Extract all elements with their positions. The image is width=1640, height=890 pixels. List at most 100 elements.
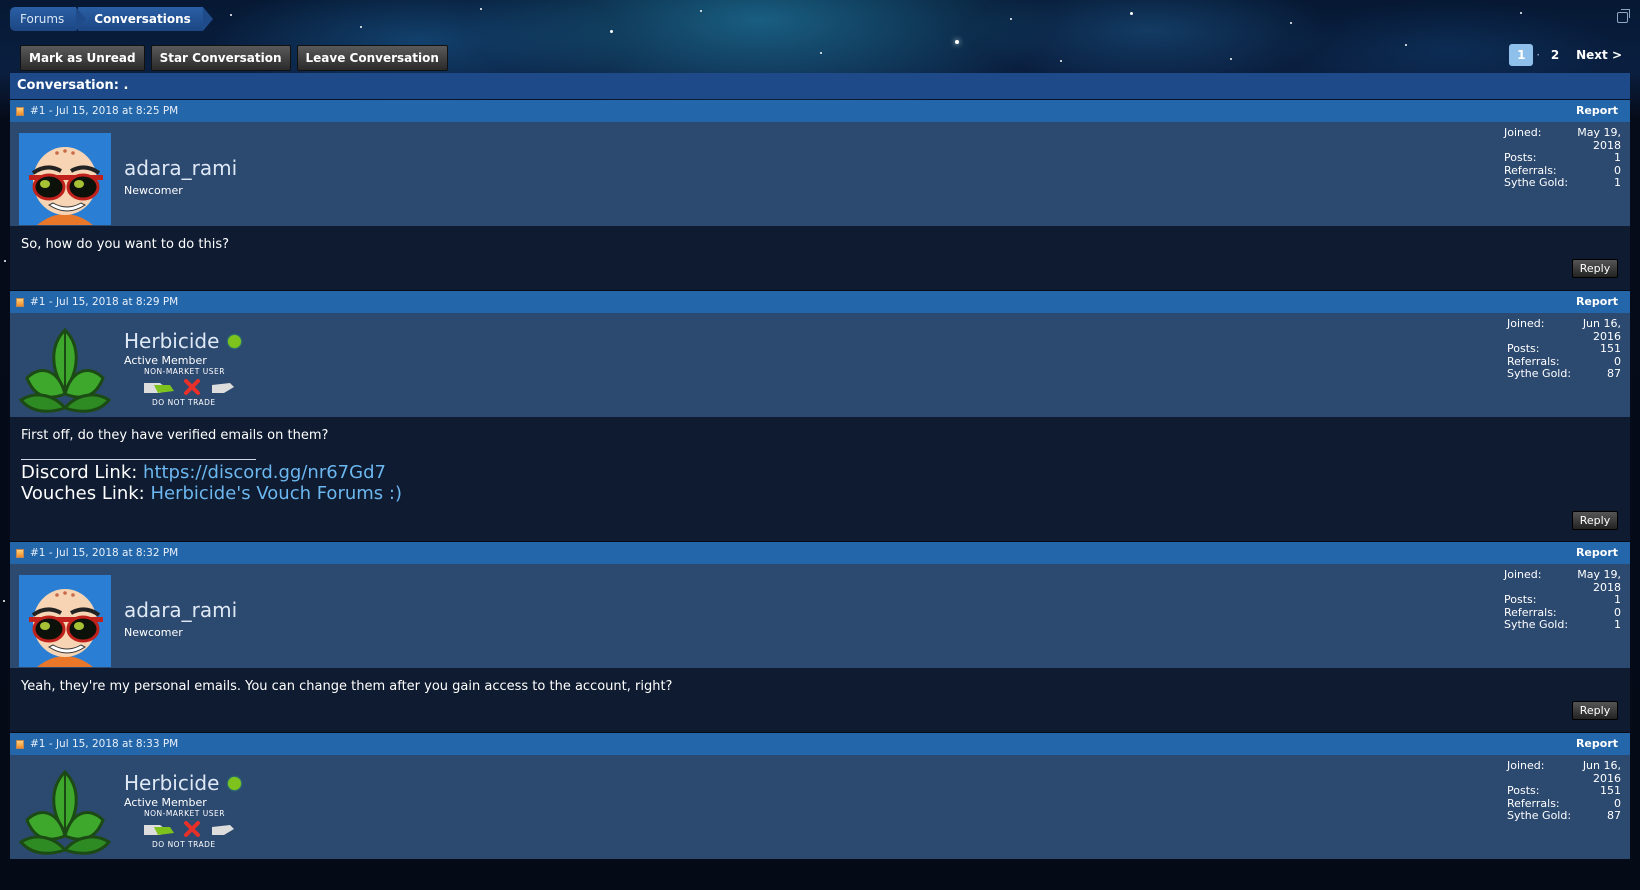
posts-value: 151 xyxy=(1600,784,1621,797)
gold-label: Sythe Gold: xyxy=(1507,809,1572,822)
pagination: 1 · 2 Next > xyxy=(1509,44,1628,66)
document-icon xyxy=(16,740,24,749)
username-link[interactable]: Herbicide xyxy=(124,771,219,795)
post: #1 - Jul 15, 2018 at 8:32 PM Report adar… xyxy=(10,542,1630,732)
post-body: First off, do they have verified emails … xyxy=(10,417,1630,541)
post-body: So, how do you want to do this? Reply xyxy=(10,226,1630,290)
avatar[interactable] xyxy=(19,133,111,225)
post-header: #1 - Jul 15, 2018 at 8:33 PM Report xyxy=(10,733,1630,755)
page-separator: · xyxy=(1536,48,1541,62)
joined-value: Jun 16, 2016 xyxy=(1582,759,1621,785)
trade-badges: NON-MARKET USER DO NOT TRADE xyxy=(134,809,244,849)
user-panel: adara_rami Newcomer Joined: May 19, 2018 … xyxy=(10,122,1630,226)
document-icon xyxy=(16,549,24,558)
post-header: #1 - Jul 15, 2018 at 8:25 PM Report xyxy=(10,100,1630,122)
badge-top-text: NON-MARKET USER xyxy=(144,367,225,376)
breadcrumb-conversations[interactable]: Conversations xyxy=(78,7,213,31)
conversation-actions: Mark as Unread Star Conversation Leave C… xyxy=(20,45,448,71)
report-link[interactable]: Report xyxy=(1576,542,1618,564)
username-link[interactable]: Herbicide xyxy=(124,329,219,353)
handshake-icon xyxy=(144,379,234,395)
report-link[interactable]: Report xyxy=(1576,100,1618,122)
badge-bottom-text: DO NOT TRADE xyxy=(152,398,216,407)
conversation-main: Conversation: . #1 - Jul 15, 2018 at 8:2… xyxy=(10,73,1630,859)
posts-label: Posts: xyxy=(1504,593,1537,606)
breadcrumb: Forums Conversations xyxy=(10,7,213,31)
leave-conversation-button[interactable]: Leave Conversation xyxy=(296,45,448,71)
report-link[interactable]: Report xyxy=(1576,733,1618,755)
joined-value: Jun 16, 2016 xyxy=(1582,317,1621,343)
reply-button[interactable]: Reply xyxy=(1572,701,1618,720)
post-header: #1 - Jul 15, 2018 at 8:32 PM Report xyxy=(10,542,1630,564)
conversation-title: Conversation: . xyxy=(10,73,1630,99)
next-page-button[interactable]: Next > xyxy=(1570,44,1628,66)
popout-window-icon[interactable] xyxy=(1617,9,1630,23)
badge-top-text: NON-MARKET USER xyxy=(144,809,225,818)
gold-value: 87 xyxy=(1607,367,1621,380)
username-link[interactable]: adara_rami xyxy=(124,156,237,180)
user-panel: Herbicide Active Member NON-MARKET USER … xyxy=(10,755,1630,859)
gold-value: 87 xyxy=(1607,809,1621,822)
post-header: #1 - Jul 15, 2018 at 8:29 PM Report xyxy=(10,291,1630,313)
post: #1 - Jul 15, 2018 at 8:25 PM Report adar… xyxy=(10,100,1630,290)
gold-value: 1 xyxy=(1614,618,1621,631)
joined-label: Joined: xyxy=(1507,317,1545,330)
breadcrumb-forums[interactable]: Forums xyxy=(10,7,87,31)
online-status-icon xyxy=(228,777,241,790)
message-text: Yeah, they're my personal emails. You ca… xyxy=(21,679,673,694)
joined-label: Joined: xyxy=(1504,126,1542,139)
posts-value: 1 xyxy=(1614,593,1621,606)
post-permalink[interactable]: #1 - Jul 15, 2018 at 8:25 PM xyxy=(30,100,178,122)
post: #1 - Jul 15, 2018 at 8:33 PM Report Herb… xyxy=(10,733,1630,859)
page-2-button[interactable]: 2 xyxy=(1543,44,1567,66)
posts-value: 151 xyxy=(1600,342,1621,355)
joined-value: May 19, 2018 xyxy=(1577,126,1621,152)
star-conversation-button[interactable]: Star Conversation xyxy=(150,45,291,71)
avatar[interactable] xyxy=(19,766,111,858)
posts-value: 1 xyxy=(1614,151,1621,164)
signature-vouches: Vouches Link: Herbicide's Vouch Forums :… xyxy=(21,483,402,504)
report-link[interactable]: Report xyxy=(1576,291,1618,313)
post-permalink[interactable]: #1 - Jul 15, 2018 at 8:32 PM xyxy=(30,542,178,564)
trade-badges: NON-MARKET USER DO NOT TRADE xyxy=(134,367,244,407)
page-1-button[interactable]: 1 xyxy=(1509,44,1534,66)
user-stats: Joined: May 19, 2018 Posts: 1 Referrals: 0 … xyxy=(1504,126,1621,190)
user-title: Newcomer xyxy=(124,184,183,197)
message-text: So, how do you want to do this? xyxy=(21,237,229,252)
document-icon xyxy=(16,298,24,307)
user-panel: Herbicide Active Member NON-MARKET USER … xyxy=(10,313,1630,417)
posts-label: Posts: xyxy=(1507,784,1540,797)
message-text: First off, do they have verified emails … xyxy=(21,428,329,443)
username-link[interactable]: adara_rami xyxy=(124,598,237,622)
handshake-icon xyxy=(144,821,234,837)
reply-button[interactable]: Reply xyxy=(1572,259,1618,278)
vouches-link[interactable]: Herbicide's Vouch Forums :) xyxy=(150,483,402,504)
mark-as-unread-button[interactable]: Mark as Unread xyxy=(20,45,145,71)
document-icon xyxy=(16,107,24,116)
vouches-label: Vouches Link: xyxy=(21,483,151,504)
discord-link[interactable]: https://discord.gg/nr67Gd7 xyxy=(143,462,386,483)
discord-label: Discord Link: xyxy=(21,462,144,483)
user-stats: Joined: Jun 16, 2016 Posts: 151 Referrals:… xyxy=(1507,317,1621,381)
user-title: Newcomer xyxy=(124,626,183,639)
signature-discord: Discord Link: https://discord.gg/nr67Gd7 xyxy=(21,462,386,483)
badge-bottom-text: DO NOT TRADE xyxy=(152,840,216,849)
user-panel: adara_rami Newcomer Joined: May 19, 2018 … xyxy=(10,564,1630,668)
user-stats: Joined: May 19, 2018 Posts: 1 Referrals: 0 … xyxy=(1504,568,1621,632)
posts-label: Posts: xyxy=(1507,342,1540,355)
online-status-icon xyxy=(228,335,241,348)
joined-value: May 19, 2018 xyxy=(1577,568,1621,594)
user-stats: Joined: Jun 16, 2016 Posts: 151 Referrals:… xyxy=(1507,759,1621,823)
post-permalink[interactable]: #1 - Jul 15, 2018 at 8:29 PM xyxy=(30,291,178,313)
gold-label: Sythe Gold: xyxy=(1504,176,1569,189)
gold-value: 1 xyxy=(1614,176,1621,189)
joined-label: Joined: xyxy=(1504,568,1542,581)
signature-divider xyxy=(21,459,256,460)
gold-label: Sythe Gold: xyxy=(1504,618,1569,631)
post: #1 - Jul 15, 2018 at 8:29 PM Report Herb… xyxy=(10,291,1630,541)
reply-button[interactable]: Reply xyxy=(1572,511,1618,530)
avatar[interactable] xyxy=(19,575,111,667)
user-title: Active Member xyxy=(124,796,207,809)
avatar[interactable] xyxy=(19,324,111,416)
post-permalink[interactable]: #1 - Jul 15, 2018 at 8:33 PM xyxy=(30,733,178,755)
